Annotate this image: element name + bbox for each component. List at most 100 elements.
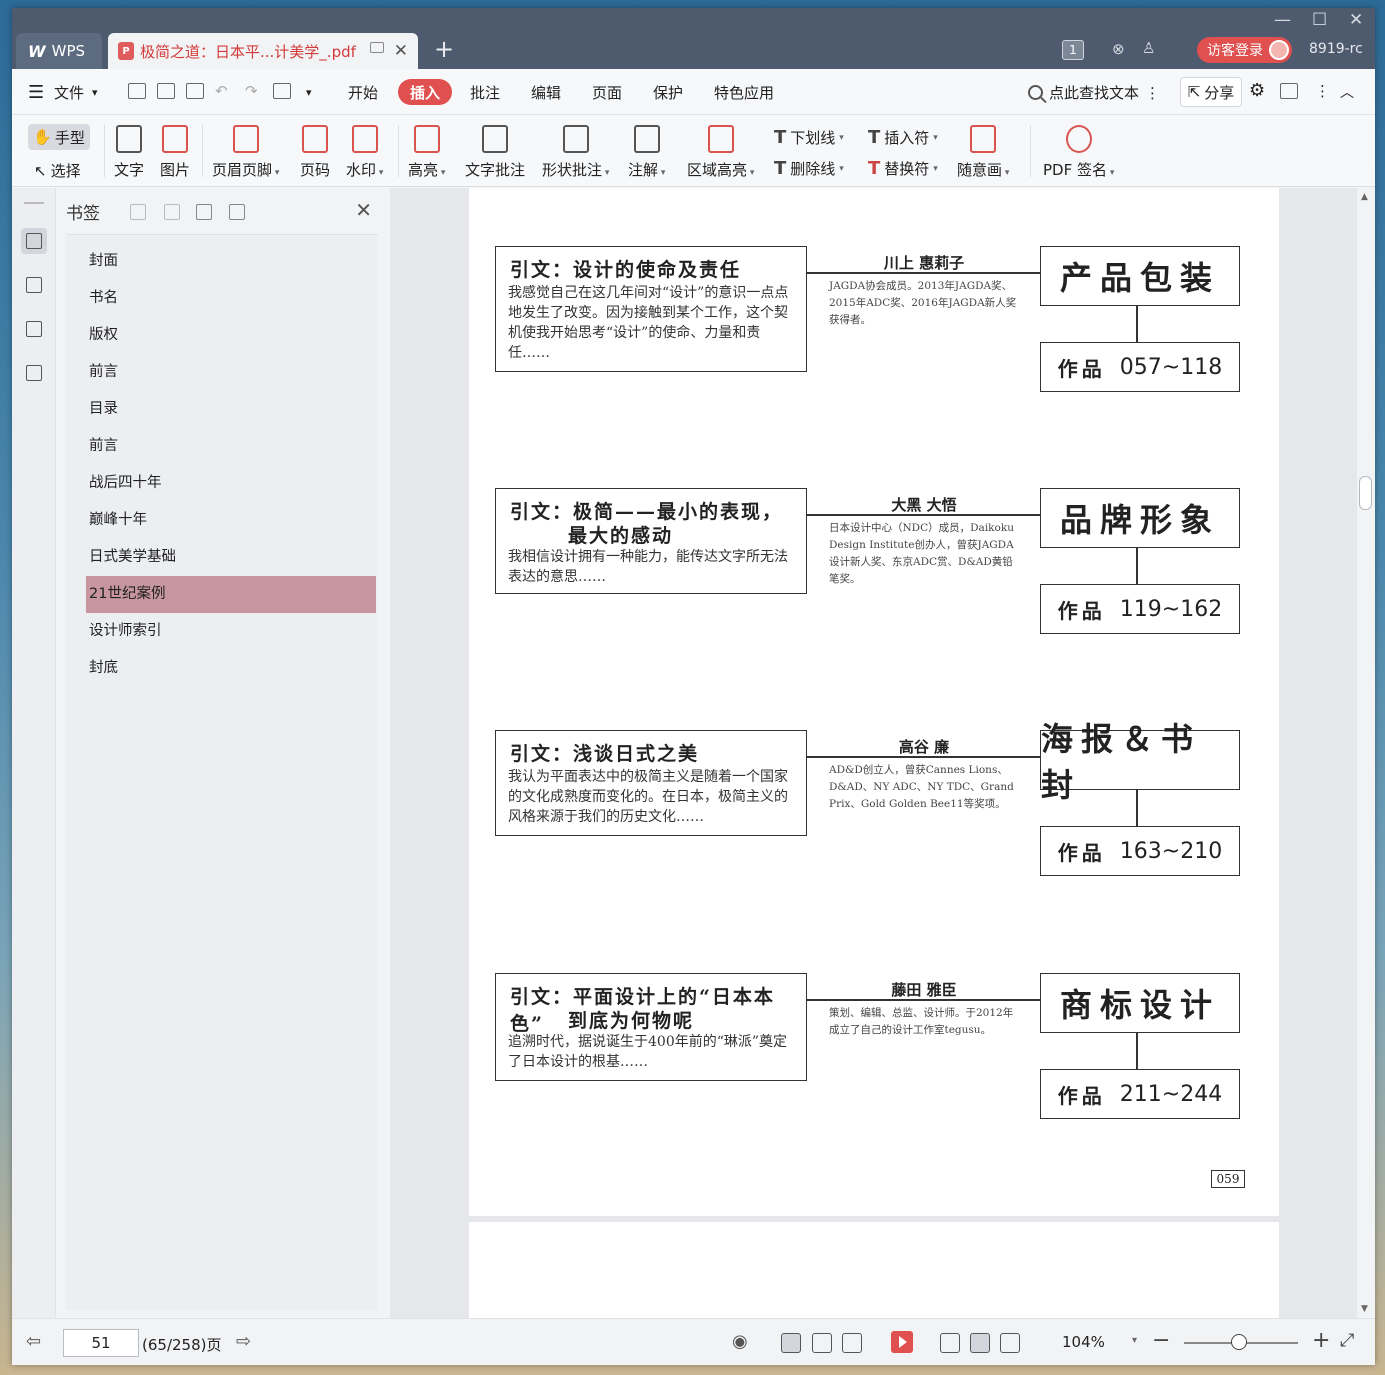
tab-document[interactable]: P 极简之道：日本平...计美学_.pdf ✕: [108, 33, 418, 69]
bookmark-item[interactable]: 巅峰十年: [86, 502, 376, 539]
scrollbar-thumb[interactable]: [1359, 476, 1372, 510]
zoom-dropdown-icon[interactable]: ▾: [1132, 1335, 1137, 1346]
fit-width-icon[interactable]: [1000, 1333, 1020, 1353]
chevron-down-icon[interactable]: ▾: [92, 86, 98, 99]
category-box: 商标设计: [1040, 973, 1240, 1033]
text-comment-button[interactable]: 文字批注: [465, 125, 525, 180]
annotation-panel-icon[interactable]: [21, 316, 47, 342]
bookmark-item[interactable]: 书名: [86, 280, 376, 317]
highlight-button[interactable]: 高亮: [408, 125, 445, 180]
bookmark-item[interactable]: 目录: [86, 391, 376, 428]
tab-wps-home[interactable]: W WPS: [16, 33, 102, 69]
bookmark-item[interactable]: 战后四十年: [86, 465, 376, 502]
add-bookmark-icon[interactable]: [196, 204, 212, 220]
bookmark-item[interactable]: 封底: [86, 650, 376, 687]
header-footer-button[interactable]: 页眉页脚: [212, 125, 279, 180]
more-quick-icon[interactable]: ▾: [306, 86, 312, 99]
double-page-icon[interactable]: [842, 1333, 862, 1353]
save-icon[interactable]: [157, 83, 175, 99]
undo-icon[interactable]: ↶: [215, 82, 228, 100]
minimize-icon[interactable]: —: [1274, 10, 1291, 30]
more-options-icon[interactable]: ⋮: [1315, 82, 1330, 100]
tab-count-badge[interactable]: 1: [1062, 40, 1084, 60]
collapse-all-icon[interactable]: [164, 204, 180, 220]
bookmark-item[interactable]: 封面: [86, 243, 376, 280]
strikethrough-button[interactable]: T 删除线 ▾: [774, 158, 844, 179]
open-file-icon[interactable]: [128, 83, 146, 99]
insert-mark-button[interactable]: T 插入符 ▾: [868, 127, 938, 148]
export-icon[interactable]: [273, 83, 291, 99]
close-window-icon[interactable]: ✕: [1349, 10, 1363, 30]
shape-comment-button[interactable]: 形状批注: [542, 125, 609, 180]
eye-protection-icon[interactable]: ◉: [732, 1331, 748, 1352]
bookmark-panel-icon[interactable]: [21, 228, 47, 254]
scroll-down-icon[interactable]: ▼: [1361, 1304, 1368, 1314]
menu-edit[interactable]: 编辑: [531, 82, 561, 103]
bookmark-item[interactable]: 版权: [86, 317, 376, 354]
watermark-button[interactable]: 水印: [346, 125, 383, 180]
screen-icon[interactable]: [370, 42, 384, 53]
menu-special[interactable]: 特色应用: [714, 82, 774, 103]
message-icon[interactable]: [1280, 83, 1298, 99]
close-icon[interactable]: ✕: [355, 198, 372, 222]
thumbnail-icon[interactable]: [21, 272, 47, 298]
maximize-icon[interactable]: ☐: [1312, 10, 1327, 30]
collapse-ribbon-icon[interactable]: ︿: [1340, 82, 1354, 102]
drag-handle[interactable]: [24, 202, 44, 204]
bookmark-options-icon[interactable]: [229, 204, 245, 220]
zoom-out-icon[interactable]: −: [1152, 1328, 1170, 1353]
sync-icon[interactable]: ⊗: [1112, 40, 1125, 58]
page-input[interactable]: 51: [63, 1329, 139, 1357]
menu-page[interactable]: 页面: [592, 82, 622, 103]
play-icon[interactable]: [891, 1331, 913, 1353]
zoom-level[interactable]: 104%: [1062, 1333, 1105, 1351]
bookmark-item[interactable]: 前言: [86, 428, 376, 465]
find-text[interactable]: 点此查找文本 ⋮: [1028, 82, 1160, 103]
pdf-sign-button[interactable]: PDF 签名: [1043, 125, 1114, 180]
pen-icon: [970, 125, 997, 153]
zoom-slider-handle[interactable]: [1231, 1334, 1247, 1350]
close-tab-icon[interactable]: ✕: [394, 41, 408, 61]
menu-bar: ☰ 文件 ▾ ↶ ↷ ▾ 开始 插入 批注 编辑 页面 保护 特色应用 点此查找…: [12, 69, 1375, 115]
hand-tool-button[interactable]: ✋ 手型: [28, 124, 90, 150]
fullscreen-icon[interactable]: ⤢: [1340, 1330, 1354, 1351]
freehand-button[interactable]: 随意画: [957, 125, 1009, 180]
share-button[interactable]: ⇱ 分享: [1180, 77, 1242, 107]
image-button[interactable]: 图片: [160, 125, 190, 180]
scroll-up-icon[interactable]: ▲: [1361, 192, 1368, 202]
actual-size-icon[interactable]: [940, 1333, 960, 1353]
login-button[interactable]: 访客登录: [1197, 37, 1292, 63]
menu-insert[interactable]: 插入: [398, 79, 452, 105]
single-page-icon[interactable]: [812, 1333, 832, 1353]
menu-file[interactable]: 文件: [54, 82, 84, 103]
select-tool-button[interactable]: ↖ 选择: [34, 160, 81, 181]
menu-start[interactable]: 开始: [348, 82, 378, 103]
bookmark-item[interactable]: 前言: [86, 354, 376, 391]
prev-page-icon[interactable]: ⇦: [26, 1331, 41, 1352]
underline-button[interactable]: T 下划线 ▾: [774, 127, 844, 148]
zoom-in-icon[interactable]: +: [1312, 1328, 1330, 1353]
expand-all-icon[interactable]: [130, 204, 146, 220]
signature-panel-icon[interactable]: [21, 360, 47, 386]
menu-comment[interactable]: 批注: [470, 82, 500, 103]
replace-mark-button[interactable]: T 替换符 ▾: [868, 158, 938, 179]
hamburger-icon[interactable]: ☰: [28, 82, 44, 103]
area-highlight-button[interactable]: 区域高亮: [687, 125, 754, 180]
gear-icon[interactable]: ⚙: [1249, 80, 1265, 101]
next-page-icon[interactable]: ⇨: [236, 1331, 251, 1352]
menu-protect[interactable]: 保护: [653, 82, 683, 103]
annotation-button[interactable]: 注解: [628, 125, 665, 180]
bookmark-item[interactable]: 设计师索引: [86, 613, 376, 650]
new-tab-button[interactable]: +: [434, 35, 454, 63]
single-page-scroll-icon[interactable]: [781, 1333, 801, 1353]
print-icon[interactable]: [186, 83, 204, 99]
fit-page-icon[interactable]: [970, 1333, 990, 1353]
skin-icon[interactable]: ♙: [1142, 39, 1155, 57]
bookmark-item[interactable]: 21世纪案例: [86, 576, 376, 613]
redo-icon[interactable]: ↷: [245, 82, 258, 100]
page-number-button[interactable]: 页码: [300, 125, 330, 180]
vertical-scrollbar[interactable]: ▲ ▼: [1357, 188, 1375, 1318]
text-button[interactable]: 文字: [114, 125, 144, 180]
more-vert-icon[interactable]: ⋮: [1145, 84, 1160, 102]
bookmark-item[interactable]: 日式美学基础: [86, 539, 376, 576]
